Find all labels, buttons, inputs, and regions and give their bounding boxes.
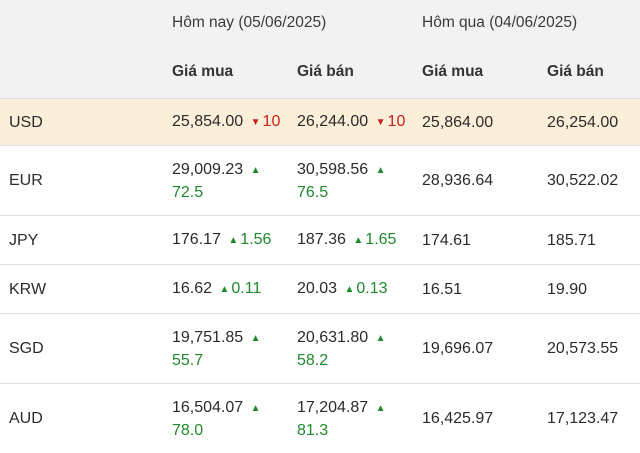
currency-code: AUD (0, 384, 162, 453)
today-buy-value: 19,751.85 (172, 329, 243, 346)
arrow-up-icon: ▲ (220, 284, 230, 295)
today-buy-cell: 29,009.23 ▲ 72.5 (162, 146, 287, 216)
arrow-up-icon: ▲ (228, 235, 238, 246)
today-sell-cell: 187.36 ▲1.65 (287, 216, 412, 265)
header-yesterday-sell: Giá bán (537, 46, 640, 99)
table-row: EUR 29,009.23 ▲ 72.5 30,598.56 ▲ 76.5 28,9… (0, 146, 640, 216)
yesterday-buy-value: 16,425.97 (412, 384, 537, 453)
today-buy-change: ▼10 (248, 113, 281, 130)
arrow-up-icon: ▲ (248, 329, 263, 346)
today-sell-change: 81.3 (297, 422, 328, 439)
today-sell-change: 76.5 (297, 184, 328, 201)
yesterday-sell-value: 17,123.47 (537, 384, 640, 453)
today-sell-cell: 20.03 ▲0.13 (287, 265, 412, 314)
today-buy-value: 176.17 (172, 231, 221, 248)
arrow-up-icon: ▲ (373, 329, 388, 346)
arrow-down-icon: ▼ (251, 117, 261, 128)
yesterday-sell-value: 20,573.55 (537, 314, 640, 384)
yesterday-sell-value: 26,254.00 (537, 99, 640, 146)
header-today-buy: Giá mua (162, 46, 287, 99)
header-row-dates: Hôm nay (05/06/2025) Hôm qua (04/06/2025… (0, 0, 640, 46)
today-buy-value: 16.62 (172, 280, 212, 297)
table-row: KRW 16.62 ▲0.11 20.03 ▲0.13 16.51 19.90 (0, 265, 640, 314)
arrow-up-icon: ▲ (248, 399, 263, 416)
yesterday-sell-value: 19.90 (537, 265, 640, 314)
today-sell-value: 187.36 (297, 231, 346, 248)
arrow-up-icon: ▲ (373, 399, 388, 416)
today-buy-change: 72.5 (172, 184, 203, 201)
today-buy-change: ▲1.56 (225, 231, 271, 248)
today-buy-value: 16,504.07 (172, 399, 243, 416)
today-sell-cell: 17,204.87 ▲ 81.3 (287, 384, 412, 453)
today-sell-cell: 20,631.80 ▲ 58.2 (287, 314, 412, 384)
header-yesterday: Hôm qua (04/06/2025) (412, 0, 640, 46)
today-buy-value: 29,009.23 (172, 161, 243, 178)
yesterday-sell-value: 30,522.02 (537, 146, 640, 216)
today-buy-cell: 19,751.85 ▲ 55.7 (162, 314, 287, 384)
today-sell-cell: 30,598.56 ▲ 76.5 (287, 146, 412, 216)
currency-code: JPY (0, 216, 162, 265)
header-blank (0, 0, 162, 46)
change-value: 0.11 (231, 280, 261, 297)
today-sell-value: 26,244.00 (297, 113, 368, 130)
today-buy-change: 78.0 (172, 422, 203, 439)
yesterday-buy-value: 19,696.07 (412, 314, 537, 384)
header-today: Hôm nay (05/06/2025) (162, 0, 412, 46)
currency-code: EUR (0, 146, 162, 216)
change-value: 10 (263, 113, 281, 130)
yesterday-sell-value: 185.71 (537, 216, 640, 265)
today-sell-value: 17,204.87 (297, 399, 368, 416)
header-row-columns: Giá mua Giá bán Giá mua Giá bán (0, 46, 640, 99)
today-sell-value: 20.03 (297, 280, 337, 297)
today-buy-cell: 25,854.00 ▼10 (162, 99, 287, 146)
table-row: USD 25,854.00 ▼10 26,244.00 ▼10 25,864.0… (0, 99, 640, 146)
arrow-up-icon: ▲ (345, 284, 355, 295)
currency-code: KRW (0, 265, 162, 314)
today-sell-change: ▼10 (373, 113, 406, 130)
today-sell-change: 58.2 (297, 352, 328, 369)
currency-code: SGD (0, 314, 162, 384)
today-buy-cell: 16.62 ▲0.11 (162, 265, 287, 314)
change-value: 10 (388, 113, 406, 130)
yesterday-buy-value: 16.51 (412, 265, 537, 314)
table-row: SGD 19,751.85 ▲ 55.7 20,631.80 ▲ 58.2 19,6… (0, 314, 640, 384)
today-sell-value: 30,598.56 (297, 161, 368, 178)
yesterday-buy-value: 174.61 (412, 216, 537, 265)
change-value: 1.65 (365, 231, 396, 248)
today-buy-value: 25,854.00 (172, 113, 243, 130)
today-sell-cell: 26,244.00 ▼10 (287, 99, 412, 146)
arrow-down-icon: ▼ (376, 117, 386, 128)
table-row: AUD 16,504.07 ▲ 78.0 17,204.87 ▲ 81.3 16,4… (0, 384, 640, 453)
header-yesterday-buy: Giá mua (412, 46, 537, 99)
header-today-sell: Giá bán (287, 46, 412, 99)
today-buy-change: 55.7 (172, 352, 203, 369)
today-buy-cell: 176.17 ▲1.56 (162, 216, 287, 265)
table-row: JPY 176.17 ▲1.56 187.36 ▲1.65 174.61 185… (0, 216, 640, 265)
yesterday-buy-value: 28,936.64 (412, 146, 537, 216)
arrow-up-icon: ▲ (353, 235, 363, 246)
arrow-up-icon: ▲ (373, 161, 388, 178)
today-sell-change: ▲0.13 (342, 280, 388, 297)
today-sell-value: 20,631.80 (297, 329, 368, 346)
today-buy-cell: 16,504.07 ▲ 78.0 (162, 384, 287, 453)
yesterday-buy-value: 25,864.00 (412, 99, 537, 146)
arrow-up-icon: ▲ (248, 161, 263, 178)
today-sell-change: ▲1.65 (350, 231, 396, 248)
today-buy-change: ▲0.11 (217, 280, 262, 297)
change-value: 1.56 (240, 231, 271, 248)
exchange-rate-table: Hôm nay (05/06/2025) Hôm qua (04/06/2025… (0, 0, 640, 453)
change-value: 0.13 (356, 280, 387, 297)
currency-code: USD (0, 99, 162, 146)
header-blank (0, 46, 162, 99)
